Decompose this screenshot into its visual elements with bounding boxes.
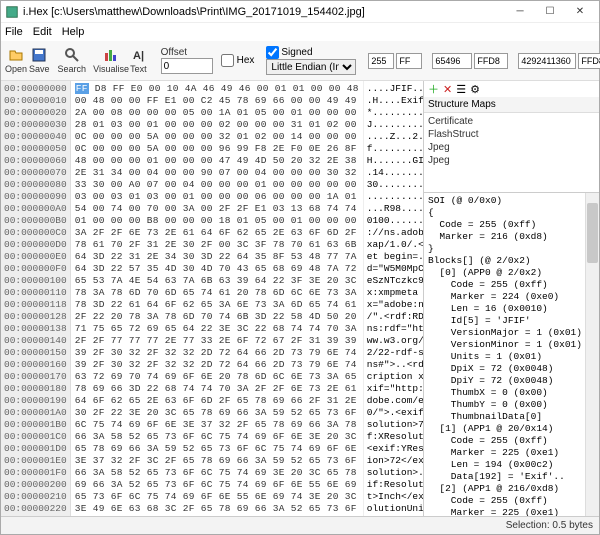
struct-tools: ＋ ✕ ☰ ⚙ bbox=[424, 81, 599, 97]
offset-label: Offset bbox=[161, 47, 188, 58]
save-button[interactable]: Save bbox=[29, 43, 50, 79]
val-byte-hex[interactable] bbox=[396, 53, 422, 69]
menu-file[interactable]: File bbox=[5, 26, 23, 38]
tree-scrollbar[interactable] bbox=[585, 193, 599, 516]
toolbar: Open Save Search Visualise A|Text Offset… bbox=[1, 41, 599, 81]
val-dword-hex[interactable] bbox=[578, 53, 600, 69]
right-panel: ＋ ✕ ☰ ⚙ Structure Maps CertificateFlashS… bbox=[423, 81, 599, 516]
settings-struct-icon[interactable]: ⚙ bbox=[470, 83, 480, 96]
struct-item[interactable]: FlashStruct bbox=[428, 128, 595, 141]
val-word-hex[interactable] bbox=[474, 53, 508, 69]
selection-status: Selection: 0.5 bytes bbox=[506, 520, 593, 531]
hex-checkbox[interactable]: Hex bbox=[221, 54, 255, 67]
maximize-button[interactable]: ☐ bbox=[535, 2, 565, 22]
hex-editor[interactable]: 00:00000000 00:00000010 00:00000020 00:0… bbox=[1, 81, 423, 516]
struct-tree[interactable]: SOI (@ 0/0x0) { Code = 255 (0xff) Marker… bbox=[424, 193, 599, 516]
endian-select[interactable]: Little Endian (Intel) bbox=[266, 59, 356, 75]
struct-item[interactable]: Jpeg bbox=[428, 154, 595, 167]
visualise-button[interactable]: Visualise bbox=[94, 43, 128, 79]
menu-help[interactable]: Help bbox=[62, 26, 85, 38]
close-button[interactable]: ✕ bbox=[565, 2, 595, 22]
val-dword-dec[interactable] bbox=[518, 53, 576, 69]
value-inspector bbox=[368, 53, 600, 69]
menu-edit[interactable]: Edit bbox=[33, 26, 52, 38]
struct-item[interactable]: Jpeg bbox=[428, 141, 595, 154]
format-group: Signed Little Endian (Intel) bbox=[266, 46, 356, 75]
offset-input[interactable] bbox=[161, 58, 213, 74]
offset-group: Offset bbox=[161, 47, 213, 74]
search-button[interactable]: Search bbox=[58, 43, 87, 79]
svg-text:A|: A| bbox=[133, 50, 144, 62]
struct-list[interactable]: CertificateFlashStructJpegJpeg bbox=[424, 113, 599, 192]
signed-checkbox[interactable]: Signed bbox=[266, 46, 356, 59]
struct-item[interactable]: Certificate bbox=[428, 115, 595, 128]
add-struct-icon[interactable]: ＋ bbox=[428, 81, 439, 97]
val-byte-dec[interactable] bbox=[368, 53, 394, 69]
statusbar: Selection: 0.5 bytes bbox=[1, 516, 599, 534]
text-button[interactable]: A|Text bbox=[130, 43, 147, 79]
app-icon bbox=[5, 5, 19, 19]
struct-header: Structure Maps bbox=[424, 97, 599, 113]
address-column: 00:00000000 00:00000010 00:00000020 00:0… bbox=[1, 81, 71, 516]
window-title: i.Hex [c:\Users\matthew\Downloads\Print\… bbox=[23, 6, 505, 18]
menubar: File Edit Help bbox=[1, 23, 599, 41]
minimize-button[interactable]: ─ bbox=[505, 2, 535, 22]
val-word-dec[interactable] bbox=[432, 53, 472, 69]
struct-tree-text: SOI (@ 0/0x0) { Code = 255 (0xff) Marker… bbox=[428, 195, 595, 516]
edit-struct-icon[interactable]: ☰ bbox=[456, 83, 466, 96]
hex-column[interactable]: FF D8 FF E0 00 10 4A 46 49 46 00 01 01 0… bbox=[71, 81, 363, 516]
remove-struct-icon[interactable]: ✕ bbox=[443, 83, 452, 96]
open-button[interactable]: Open bbox=[5, 43, 27, 79]
ascii-column[interactable]: ....JFIF.....H .H....Exif..II *.........… bbox=[363, 81, 423, 516]
titlebar: i.Hex [c:\Users\matthew\Downloads\Print\… bbox=[1, 1, 599, 23]
